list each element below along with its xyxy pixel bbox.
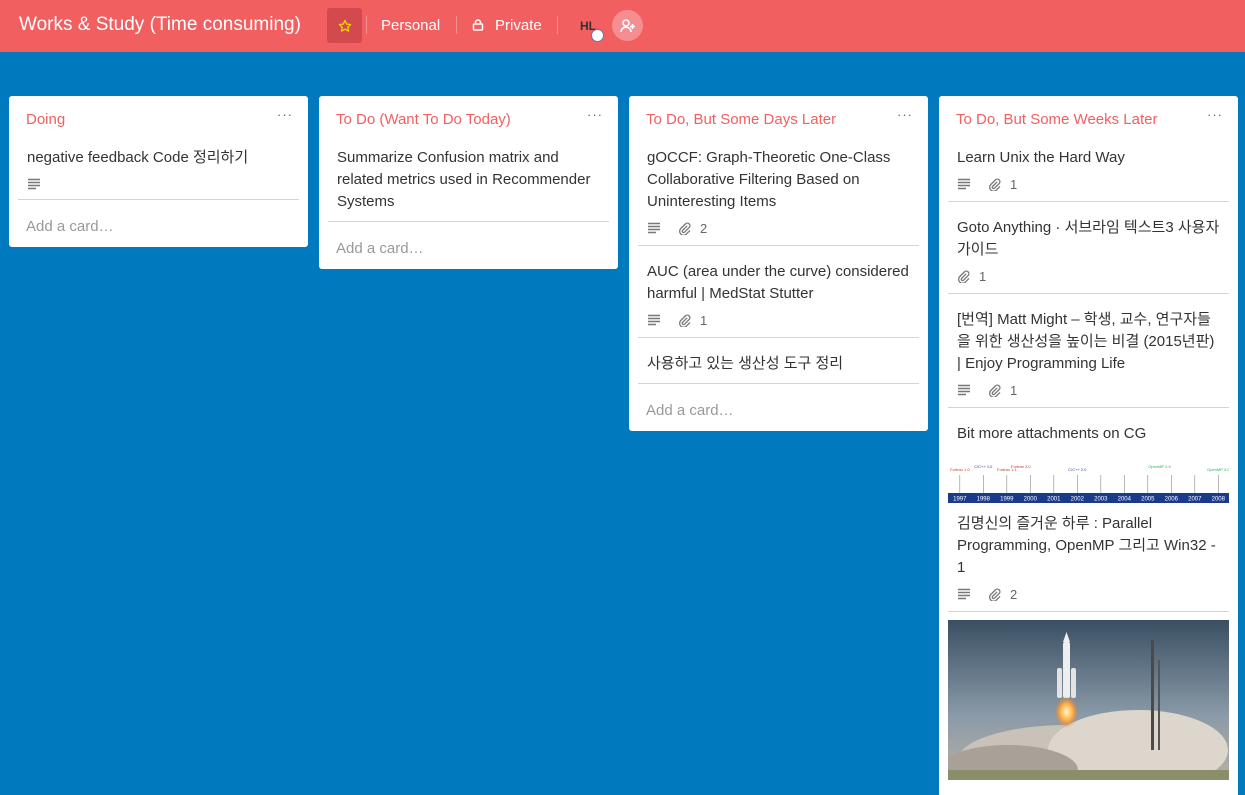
list-header: To Do, But Some Weeks Later ··· xyxy=(939,96,1238,140)
list-title[interactable]: To Do (Want To Do Today) xyxy=(336,111,511,128)
card-title: 김명신의 즐거운 하루 : Parallel Programming, Open… xyxy=(957,515,1216,576)
list-header: To Do (Want To Do Today) ··· xyxy=(319,96,618,140)
attachment-badge: 2 xyxy=(678,221,707,236)
card[interactable]: negative feedback Code 정리하기 xyxy=(18,140,299,200)
attachment-badge: 1 xyxy=(678,313,707,328)
card-title: Summarize Confusion matrix and related m… xyxy=(337,149,591,210)
star-button[interactable] xyxy=(327,8,362,43)
board-header: Works & Study (Time consuming) Personal … xyxy=(0,0,1245,52)
card[interactable]: gOCCF: Graph-Theoretic One-Class Collabo… xyxy=(638,140,919,246)
list-todo-today: To Do (Want To Do Today) ··· Summarize C… xyxy=(319,96,618,269)
list-title[interactable]: To Do, But Some Days Later xyxy=(646,111,836,128)
list-header: To Do, But Some Days Later ··· xyxy=(629,96,928,140)
timeline-release-label: Fortran 1.0 xyxy=(950,467,970,472)
timeline-year-label: 2007 xyxy=(1188,497,1202,503)
list-title[interactable]: Doing xyxy=(26,111,65,128)
list-menu-button[interactable]: ··· xyxy=(277,108,293,122)
team-button[interactable]: Personal xyxy=(381,17,440,34)
card-title: [번역] Matt Might – 학생, 교수, 연구자들을 위한 생산성을 … xyxy=(957,311,1215,372)
list-menu-button[interactable]: ··· xyxy=(1207,108,1223,122)
timeline-year-label: 2003 xyxy=(1094,497,1108,503)
description-icon xyxy=(957,384,971,396)
card[interactable]: Bit more attachments on CG xyxy=(948,416,1229,455)
paperclip-icon xyxy=(678,221,691,235)
star-icon xyxy=(338,19,351,32)
paperclip-icon xyxy=(988,383,1001,397)
attachment-count: 2 xyxy=(700,220,708,236)
divider xyxy=(557,16,558,34)
description-icon xyxy=(647,314,661,326)
timeline-year-label: 1999 xyxy=(1000,497,1014,503)
paperclip-icon xyxy=(957,269,970,283)
list-menu-button[interactable]: ··· xyxy=(587,108,603,122)
description-icon xyxy=(957,178,971,190)
card-title: gOCCF: Graph-Theoretic One-Class Collabo… xyxy=(647,149,891,210)
card[interactable]: 1997 1998 1999 2000 2001 2002 2003 2004 2005 2006… xyxy=(948,455,1229,612)
lock-icon xyxy=(472,19,484,31)
timeline-year-label: 2002 xyxy=(1071,497,1085,503)
timeline-year-label: 2004 xyxy=(1118,497,1132,503)
card-title: negative feedback Code 정리하기 xyxy=(27,149,249,166)
invite-member-button[interactable] xyxy=(612,10,643,41)
description-icon xyxy=(27,178,41,190)
card[interactable]: 사용하고 있는 생산성 도구 정리 xyxy=(638,346,919,384)
timeline-release-label: OpenMP 2.5 xyxy=(1148,464,1171,469)
card-title: Bit more attachments on CG xyxy=(957,425,1147,442)
timeline-year-label: 2006 xyxy=(1165,497,1179,503)
card[interactable]: Summarize Confusion matrix and related m… xyxy=(328,140,609,222)
admin-badge-icon xyxy=(591,29,604,42)
attachment-badge: 1 xyxy=(957,269,986,284)
list-menu-button[interactable]: ··· xyxy=(897,108,913,122)
attachment-badge: 2 xyxy=(988,587,1017,602)
rocket-launch-cover-image xyxy=(948,620,1229,780)
list-header: Doing ··· xyxy=(9,96,308,140)
divider xyxy=(366,16,367,34)
attachment-count: 1 xyxy=(979,268,987,284)
timeline-year-label: 1997 xyxy=(953,497,967,503)
description-icon xyxy=(957,588,971,600)
card[interactable]: Goto Anything · 서브라임 텍스트3 사용자 가이드 1 xyxy=(948,210,1229,294)
timeline-release-label: C/C++ 1.0 xyxy=(974,464,993,469)
card-cover-image: 1997 1998 1999 2000 2001 2002 2003 2004 2005 2006… xyxy=(948,455,1229,505)
attachment-count: 2 xyxy=(1010,586,1018,602)
card[interactable]: Learn Unix the Hard Way 1 xyxy=(948,140,1229,202)
card[interactable] xyxy=(948,620,1229,780)
paperclip-icon xyxy=(988,177,1001,191)
attachment-badge: 1 xyxy=(988,177,1017,192)
add-member-icon xyxy=(619,18,635,32)
timeline-year-label: 2005 xyxy=(1141,497,1155,503)
list-doing: Doing ··· negative feedback Code 정리하기 Ad… xyxy=(9,96,308,247)
list-todo-days-later: To Do, But Some Days Later ··· gOCCF: Gr… xyxy=(629,96,928,431)
card-title: Learn Unix the Hard Way xyxy=(957,149,1125,166)
timeline-year-label: 1998 xyxy=(977,497,991,503)
add-card-button[interactable]: Add a card… xyxy=(9,208,308,247)
attachment-count: 1 xyxy=(1010,382,1018,398)
description-icon xyxy=(647,222,661,234)
timeline-year-label: 2008 xyxy=(1212,497,1226,503)
paperclip-icon xyxy=(678,313,691,327)
add-card-button[interactable]: Add a card… xyxy=(319,230,618,269)
card[interactable]: [번역] Matt Might – 학생, 교수, 연구자들을 위한 생산성을 … xyxy=(948,302,1229,408)
board-title[interactable]: Works & Study (Time consuming) xyxy=(19,14,301,36)
timeline-release-label: Fortran 2.0 xyxy=(1011,464,1031,469)
timeline-year-label: 2000 xyxy=(1024,497,1038,503)
attachment-badge: 1 xyxy=(988,383,1017,398)
add-card-button[interactable]: Add a card… xyxy=(629,392,928,431)
divider xyxy=(456,16,457,34)
list-todo-weeks-later: To Do, But Some Weeks Later ··· Learn Un… xyxy=(939,96,1238,795)
attachment-count: 1 xyxy=(1010,176,1018,192)
list-title[interactable]: To Do, But Some Weeks Later xyxy=(956,111,1157,128)
card-title: Goto Anything · 서브라임 텍스트3 사용자 가이드 xyxy=(957,219,1220,258)
paperclip-icon xyxy=(988,587,1001,601)
card-title: AUC (area under the curve) considered ha… xyxy=(647,263,909,302)
timeline-release-label: C/C++ 2.0 xyxy=(1068,467,1087,472)
card-title: 사용하고 있는 생산성 도구 정리 xyxy=(647,355,844,372)
attachment-count: 1 xyxy=(700,312,708,328)
visibility-button[interactable]: Private xyxy=(495,17,542,34)
timeline-release-label: OpenMP 3.0 xyxy=(1207,467,1229,472)
card[interactable]: AUC (area under the curve) considered ha… xyxy=(638,254,919,338)
timeline-year-label: 2001 xyxy=(1047,497,1061,503)
